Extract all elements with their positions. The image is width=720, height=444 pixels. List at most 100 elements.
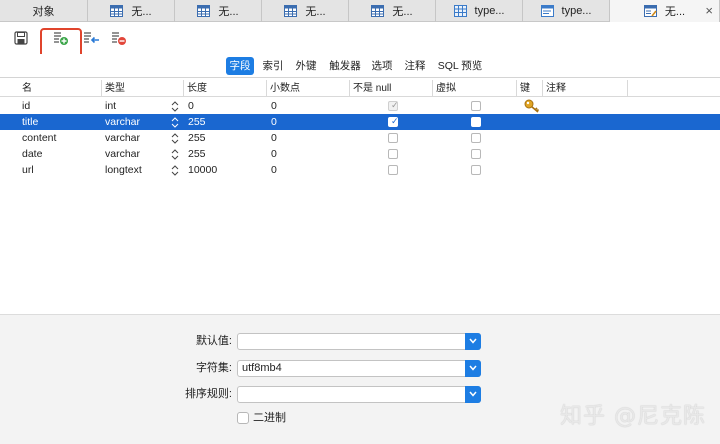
- tab-foreign-keys[interactable]: 外键: [293, 57, 319, 75]
- field-name[interactable]: content: [22, 130, 56, 146]
- tab-label: 无...: [392, 6, 413, 18]
- default-value-label: 默认值:: [195, 335, 232, 347]
- grid-header: 名 类型 长度 小数点 不是 null 虚拟 键 注释: [0, 80, 720, 97]
- tab-label: type...: [561, 5, 592, 17]
- column-header-comment[interactable]: 注释: [543, 80, 628, 97]
- virtual-checkbox[interactable]: [471, 133, 481, 143]
- field-type[interactable]: varchar: [105, 146, 140, 162]
- type-stepper-icon[interactable]: [171, 133, 179, 144]
- save-icon: [14, 31, 28, 45]
- charset-value: utf8mb4: [242, 362, 282, 374]
- save-button[interactable]: [10, 27, 32, 49]
- chevron-down-icon[interactable]: [465, 333, 481, 350]
- field-decimals[interactable]: 0: [271, 146, 277, 162]
- binary-checkbox[interactable]: [237, 412, 249, 424]
- type-stepper-icon[interactable]: [171, 101, 179, 112]
- field-length[interactable]: 0: [188, 98, 194, 114]
- tab-comments[interactable]: 注释: [402, 57, 428, 75]
- column-header-type[interactable]: 类型: [102, 80, 184, 97]
- table-icon: [197, 5, 211, 17]
- not-null-checkbox[interactable]: [388, 149, 398, 159]
- table-grid-icon: [453, 5, 467, 17]
- tab-objects[interactable]: 对象: [0, 0, 88, 22]
- field-name[interactable]: title: [22, 114, 38, 130]
- table-row[interactable]: content varchar 255 0: [0, 130, 720, 146]
- tab-untitled-3[interactable]: 无...: [262, 0, 349, 22]
- field-name[interactable]: date: [22, 146, 42, 162]
- field-properties-panel: 默认值: 字符集: utf8mb4 排序规则: 二进制 知乎 @尼克陈: [0, 315, 720, 444]
- tab-options[interactable]: 选项: [369, 57, 395, 75]
- tab-label: 无...: [664, 6, 686, 18]
- virtual-checkbox[interactable]: [471, 165, 481, 175]
- field-length[interactable]: 255: [188, 114, 206, 130]
- tab-design-active[interactable]: 无... ×: [610, 0, 720, 22]
- column-header-virtual[interactable]: 虚拟: [433, 80, 517, 97]
- tab-indexes[interactable]: 索引: [260, 57, 286, 75]
- tab-label: type...: [474, 5, 505, 17]
- binary-label: 二进制: [253, 412, 286, 424]
- field-length[interactable]: 10000: [188, 162, 217, 178]
- table-icon: [284, 5, 298, 17]
- table-icon: [371, 5, 385, 17]
- column-header-key[interactable]: 键: [517, 80, 543, 97]
- not-null-checkbox[interactable]: ✓: [388, 100, 399, 111]
- field-name[interactable]: id: [22, 98, 30, 114]
- tab-untitled-1[interactable]: 无...: [88, 0, 175, 22]
- column-header-name[interactable]: 名: [19, 80, 102, 97]
- type-stepper-icon[interactable]: [171, 149, 179, 160]
- column-header-length[interactable]: 长度: [184, 80, 267, 97]
- field-type[interactable]: varchar: [105, 114, 140, 130]
- table-row-selected[interactable]: title varchar 255 0 ✓: [0, 114, 720, 130]
- field-decimals[interactable]: 0: [271, 114, 277, 130]
- tab-label: 对象: [32, 6, 55, 18]
- not-null-checkbox[interactable]: [388, 133, 398, 143]
- table-icon: [110, 5, 124, 17]
- default-value-combo[interactable]: [237, 333, 481, 350]
- field-decimals[interactable]: 0: [271, 130, 277, 146]
- not-null-checkbox[interactable]: [388, 165, 398, 175]
- field-name[interactable]: url: [22, 162, 34, 178]
- tab-type-2[interactable]: type...: [523, 0, 610, 22]
- add-field-button[interactable]: [50, 27, 72, 49]
- charset-select[interactable]: utf8mb4: [237, 360, 481, 377]
- segment-bar: 字段 索引 外键 触发器 选项 注释 SQL 预览: [0, 54, 720, 78]
- field-type[interactable]: varchar: [105, 130, 140, 146]
- tab-sql-preview[interactable]: SQL 预览: [436, 57, 484, 75]
- table-row[interactable]: url longtext 10000 0: [0, 162, 720, 178]
- field-length[interactable]: 255: [188, 146, 206, 162]
- close-icon[interactable]: ×: [705, 3, 713, 18]
- insert-field-icon: [84, 32, 99, 44]
- field-type[interactable]: longtext: [105, 162, 142, 178]
- virtual-checkbox[interactable]: [471, 101, 481, 111]
- tab-fields[interactable]: 字段: [226, 57, 254, 75]
- type-stepper-icon[interactable]: [171, 117, 179, 128]
- collation-label: 排序规则:: [184, 388, 232, 400]
- tab-type-1[interactable]: type...: [436, 0, 523, 22]
- delete-field-button[interactable]: [108, 27, 130, 49]
- watermark: 知乎 @尼克陈: [560, 404, 706, 429]
- tab-triggers[interactable]: 触发器: [327, 57, 363, 75]
- insert-field-button[interactable]: [80, 27, 102, 49]
- virtual-checkbox[interactable]: [471, 117, 481, 127]
- chevron-down-icon[interactable]: [465, 360, 481, 377]
- field-length[interactable]: 255: [188, 130, 206, 146]
- table-row[interactable]: date varchar 255 0: [0, 146, 720, 162]
- tab-label: 无...: [131, 6, 152, 18]
- type-stepper-icon[interactable]: [171, 165, 179, 176]
- table-row[interactable]: id int 0 0 ✓: [0, 98, 720, 114]
- collation-select[interactable]: [237, 386, 481, 403]
- toolbar: [0, 22, 720, 66]
- column-header-not-null[interactable]: 不是 null: [350, 80, 433, 97]
- tab-untitled-4[interactable]: 无...: [349, 0, 436, 22]
- column-header-decimals[interactable]: 小数点: [267, 80, 350, 97]
- tab-untitled-2[interactable]: 无...: [175, 0, 262, 22]
- tab-label: 无...: [218, 6, 239, 18]
- field-type[interactable]: int: [105, 98, 116, 114]
- field-decimals[interactable]: 0: [271, 162, 277, 178]
- chevron-down-icon[interactable]: [465, 386, 481, 403]
- table-edit-icon: [540, 5, 554, 17]
- not-null-checkbox[interactable]: ✓: [388, 116, 399, 127]
- virtual-checkbox[interactable]: [471, 149, 481, 159]
- add-field-icon: [54, 32, 68, 45]
- field-decimals[interactable]: 0: [271, 98, 277, 114]
